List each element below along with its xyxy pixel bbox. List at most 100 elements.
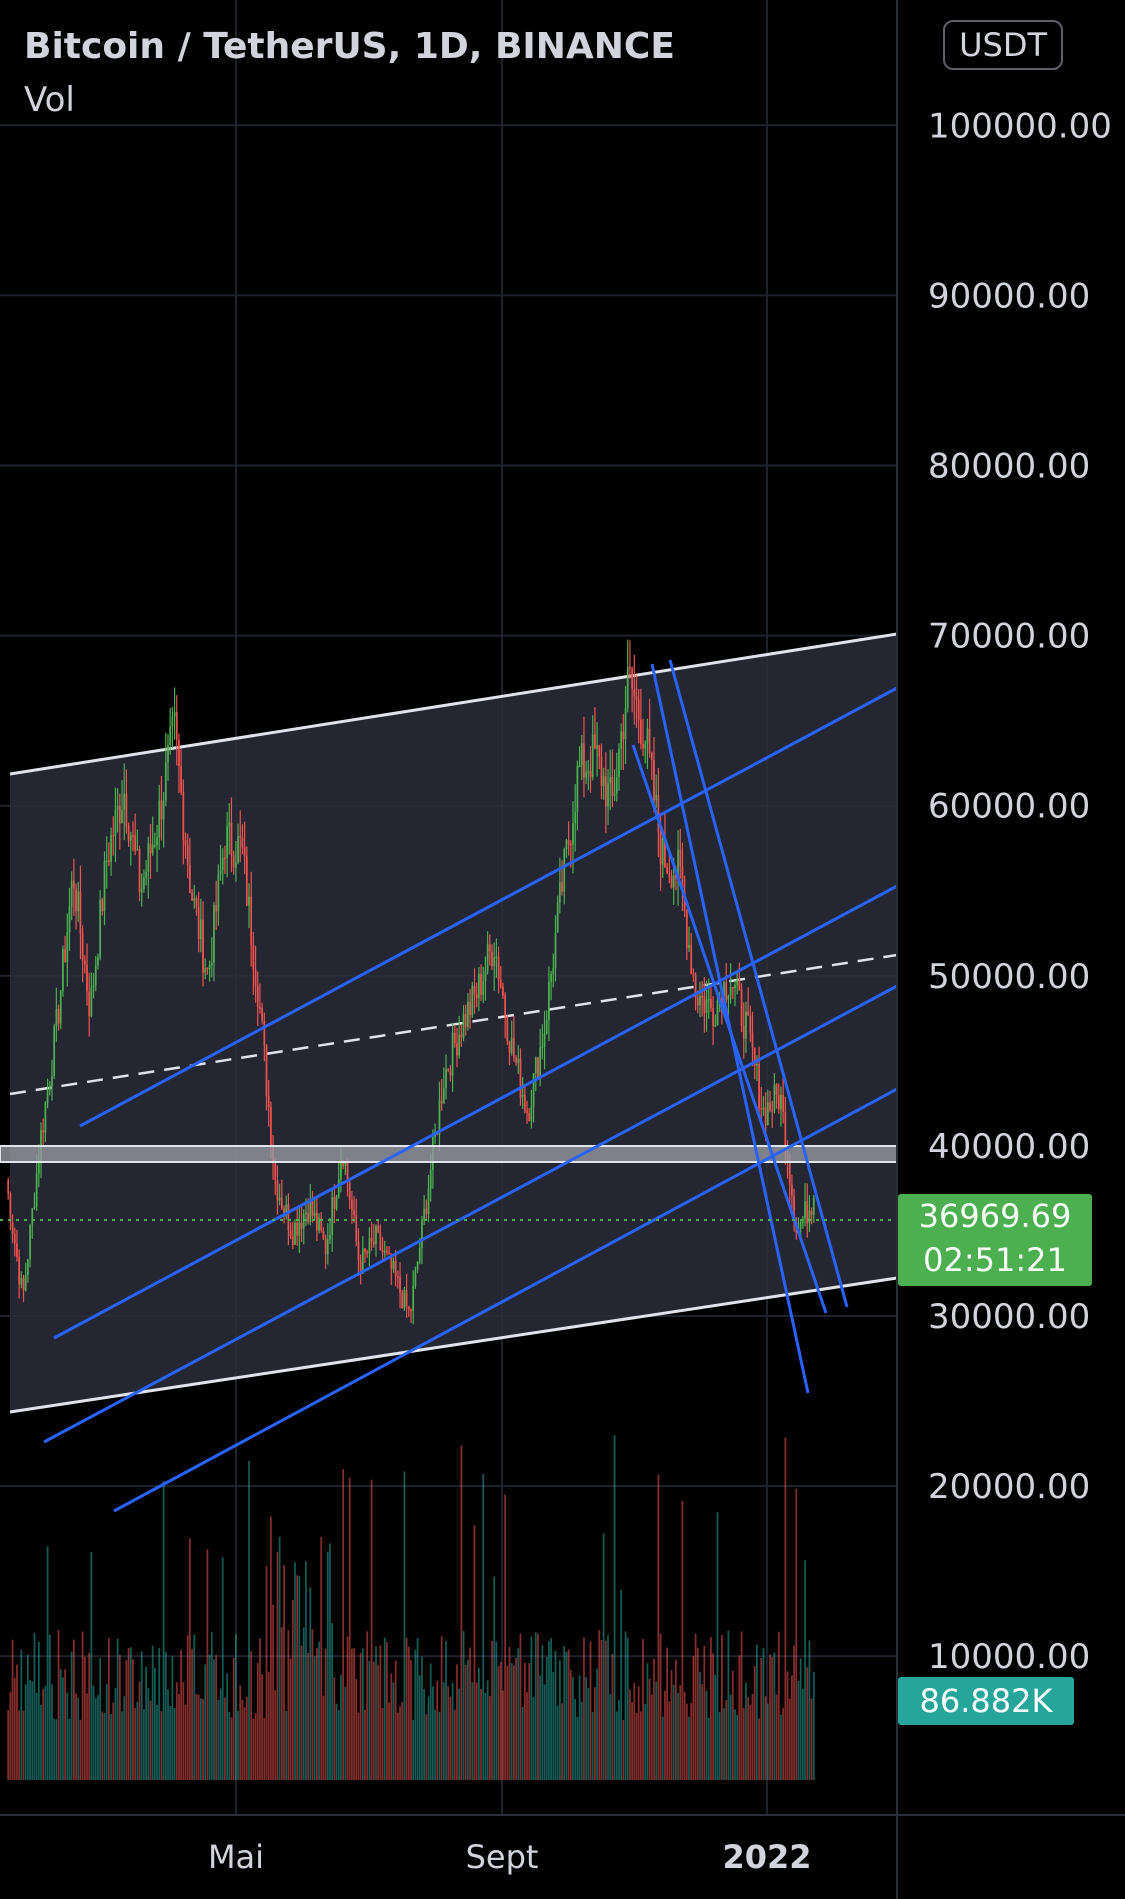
candle-body	[259, 1007, 261, 1009]
candle-body	[401, 1292, 404, 1308]
price-chart[interactable]: 100000.00 90000.00 80000.00 70000.00 60000.0…	[0, 0, 1125, 1899]
volume-bar	[574, 1698, 577, 1780]
candle-body	[118, 805, 121, 824]
candle-body	[530, 1106, 533, 1122]
volume-bar	[725, 1699, 728, 1780]
candle-body	[791, 1184, 793, 1196]
volume-bar	[635, 1712, 638, 1780]
candle-body	[710, 999, 712, 1009]
candle-body	[180, 766, 183, 793]
volume-bar	[123, 1696, 126, 1780]
volume-bar	[508, 1646, 511, 1780]
volume-bar	[55, 1719, 58, 1780]
candle-body	[810, 1210, 813, 1215]
volume-bar	[22, 1710, 25, 1780]
volume-bar	[626, 1637, 629, 1780]
candle-body	[158, 800, 161, 838]
candle-body	[228, 822, 231, 827]
volume-bar	[526, 1692, 528, 1780]
candle-body	[764, 1107, 767, 1126]
candle-body	[62, 948, 64, 991]
volume-bar	[215, 1654, 218, 1780]
candle-body	[631, 668, 633, 689]
volume-bar	[729, 1694, 732, 1780]
symbol-title[interactable]: Bitcoin / TetherUS, 1D, BINANCE	[24, 26, 675, 67]
volume-bar	[81, 1631, 84, 1780]
candle-body	[280, 1197, 283, 1209]
volume-bar	[764, 1696, 767, 1780]
volume-bar	[37, 1641, 40, 1780]
volume-bar	[436, 1681, 439, 1780]
candle-body	[230, 822, 233, 855]
volume-bar	[335, 1703, 338, 1780]
volume-bar	[541, 1645, 544, 1780]
candle-body	[729, 986, 732, 996]
volume-bar	[777, 1631, 780, 1780]
volume-bar	[298, 1575, 301, 1780]
candle-body	[213, 905, 215, 963]
volume-bar	[653, 1658, 655, 1780]
candle-body	[243, 847, 246, 857]
volume-bar	[718, 1711, 721, 1780]
volume-bar	[639, 1711, 642, 1780]
volume-bar	[116, 1638, 119, 1780]
currency-button[interactable]: USDT	[943, 20, 1063, 70]
candle-body	[289, 1230, 292, 1237]
candle-body	[186, 845, 189, 865]
volume-bar	[615, 1711, 618, 1780]
candle-body	[788, 1163, 791, 1185]
candle-body	[534, 1057, 537, 1074]
volume-bar	[427, 1696, 430, 1780]
volume-bar	[169, 1705, 172, 1780]
candle-body	[121, 810, 123, 824]
candle-body	[499, 979, 502, 987]
candle-body	[112, 835, 115, 837]
volume-bar	[780, 1714, 782, 1780]
time-axis-labels: Mai Sept 2022	[208, 1838, 812, 1876]
volume-bar	[515, 1657, 517, 1780]
time-tick-label: Mai	[208, 1838, 264, 1876]
volume-indicator-label[interactable]: Vol	[24, 80, 75, 120]
candle-body	[650, 753, 653, 761]
volume-bar	[539, 1675, 542, 1780]
volume-bar	[44, 1685, 47, 1780]
candle-body	[661, 838, 664, 865]
volume-bar	[440, 1636, 443, 1780]
volume-bar	[418, 1675, 421, 1780]
candle-body	[742, 1025, 745, 1039]
candle-body	[799, 1222, 802, 1229]
candle-body	[368, 1238, 371, 1254]
volume-bar	[112, 1702, 115, 1780]
candle-body	[375, 1226, 377, 1245]
candle-body	[204, 968, 207, 973]
candle-body	[738, 979, 741, 990]
volume-bar	[668, 1701, 671, 1780]
candle-body	[108, 860, 110, 863]
volume-bar	[158, 1647, 161, 1780]
candle-body	[315, 1212, 318, 1231]
candle-body	[666, 866, 669, 874]
volume-bar	[248, 1460, 250, 1780]
volume-bar	[670, 1670, 673, 1780]
volume-bar	[118, 1654, 121, 1780]
volume-bar	[681, 1501, 684, 1780]
candle-body	[482, 981, 485, 995]
volume-bar	[42, 1688, 45, 1780]
candle-body	[123, 793, 126, 811]
candle-body	[543, 1033, 546, 1047]
candle-body	[486, 944, 489, 972]
volume-bar	[694, 1633, 697, 1780]
volume-bar	[495, 1641, 498, 1780]
volume-bar	[162, 1481, 165, 1780]
volume-bar	[199, 1698, 202, 1780]
volume-bar	[184, 1704, 187, 1780]
candle-body	[351, 1200, 353, 1211]
volume-bar	[576, 1716, 579, 1780]
volume-bar	[156, 1704, 158, 1780]
volume-bar	[760, 1658, 763, 1780]
volume-bar	[333, 1677, 336, 1780]
volume-bar	[565, 1651, 568, 1780]
candle-body	[68, 906, 71, 933]
candle-body	[646, 728, 649, 744]
volume-bar	[103, 1712, 106, 1780]
